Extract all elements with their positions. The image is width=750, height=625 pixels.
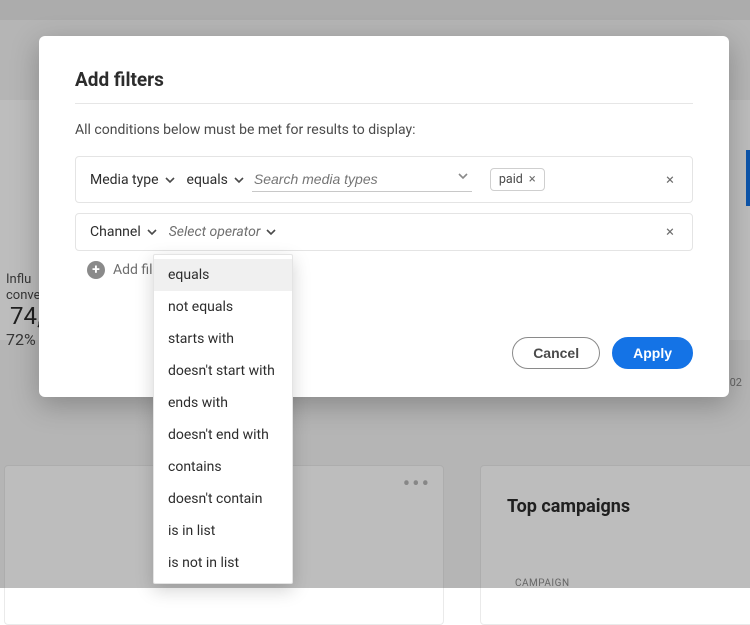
operator-option[interactable]: ends with: [154, 387, 292, 419]
chevron-down-icon[interactable]: [458, 171, 468, 181]
operator-dropdown-menu: equalsnot equalsstarts withdoesn't start…: [153, 254, 293, 584]
operator-option[interactable]: starts with: [154, 323, 292, 355]
operator-placeholder: Select operator: [169, 224, 261, 240]
operator-option[interactable]: equals: [154, 259, 292, 291]
add-filters-modal: Add filters All conditions below must be…: [39, 36, 729, 397]
field-select-channel[interactable]: Channel: [90, 224, 157, 240]
chevron-down-icon: [147, 227, 157, 237]
operator-option[interactable]: doesn't end with: [154, 419, 292, 451]
operator-select-row1[interactable]: equals: [187, 172, 244, 188]
value-search-wrap: [252, 167, 472, 192]
operator-select-row2[interactable]: Select operator: [169, 224, 277, 240]
chevron-down-icon: [234, 175, 244, 185]
field-label: Media type: [90, 172, 159, 188]
operator-option[interactable]: is not in list: [154, 547, 292, 579]
remove-filter-row-2[interactable]: ×: [662, 221, 678, 244]
tag-label: paid: [499, 172, 523, 187]
chevron-down-icon: [266, 227, 276, 237]
filter-row-2: Channel Select operator ×: [75, 213, 693, 251]
plus-circle-icon: +: [87, 261, 105, 279]
operator-option[interactable]: not equals: [154, 291, 292, 323]
field-label: Channel: [90, 224, 141, 240]
cancel-button[interactable]: Cancel: [512, 337, 600, 369]
operator-option[interactable]: doesn't contain: [154, 483, 292, 515]
modal-title: Add filters: [75, 68, 693, 91]
operator-option[interactable]: doesn't start with: [154, 355, 292, 387]
remove-filter-row-1[interactable]: ×: [662, 168, 678, 191]
operator-label: equals: [187, 172, 228, 188]
operator-option[interactable]: is in list: [154, 515, 292, 547]
divider: [75, 103, 693, 104]
field-select-media-type[interactable]: Media type: [90, 172, 175, 188]
filter-row-1: Media type equals paid × ×: [75, 156, 693, 203]
apply-button[interactable]: Apply: [612, 337, 693, 369]
tag-remove-icon[interactable]: ×: [529, 173, 536, 186]
operator-option[interactable]: contains: [154, 451, 292, 483]
filter-tag-paid: paid ×: [490, 168, 545, 191]
search-media-types-input[interactable]: [252, 167, 472, 192]
chevron-down-icon: [165, 175, 175, 185]
add-filter-label: Add fil: [113, 262, 153, 278]
modal-instruction: All conditions below must be met for res…: [75, 122, 693, 138]
